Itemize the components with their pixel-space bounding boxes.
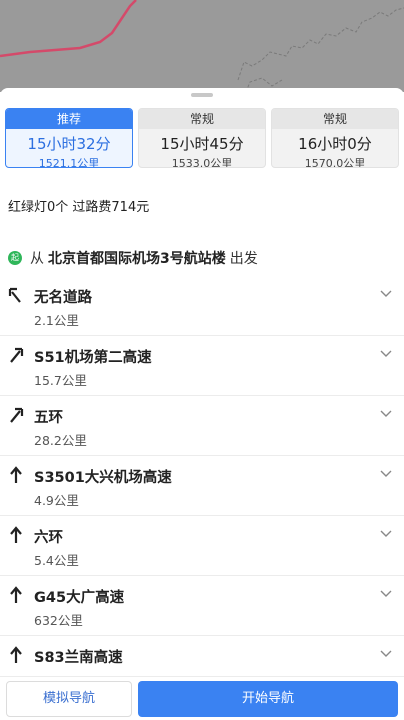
map-view[interactable]	[0, 0, 404, 92]
chevron-down-icon	[380, 290, 392, 297]
step-distance: 4.9公里	[34, 493, 79, 508]
step-distance: 5.4公里	[34, 553, 79, 568]
chevron-down-icon	[380, 470, 392, 477]
route-tag: 推荐	[6, 109, 132, 129]
step-item[interactable]: S51机场第二高速 15.7公里	[0, 336, 404, 396]
straight-icon	[10, 586, 22, 603]
start-point: 起 从 北京首都国际机场3号航站楼 出发	[8, 248, 258, 268]
step-item[interactable]: 五环 28.2公里	[0, 396, 404, 456]
start-prefix: 从	[30, 251, 44, 267]
start-place: 北京首都国际机场3号航站楼	[48, 251, 226, 267]
start-navigation-button[interactable]: 开始导航	[138, 681, 398, 717]
route-option-2[interactable]: 常规 15小时45分 1533.0公里	[138, 108, 266, 168]
step-distance: 28.2公里	[34, 433, 87, 448]
chevron-down-icon	[380, 590, 392, 597]
step-road: 无名道路	[34, 290, 92, 306]
route-distance: 1533.0公里	[171, 157, 233, 168]
action-bar: 模拟导航 开始导航	[0, 676, 404, 720]
route-tag: 常规	[272, 109, 398, 129]
step-road: G45大广高速	[34, 590, 125, 606]
province-border	[237, 7, 404, 81]
step-item[interactable]: 无名道路 2.1公里	[0, 276, 404, 336]
sheet-drag-handle[interactable]	[191, 93, 213, 97]
route-distance: 1570.0公里	[304, 157, 366, 168]
chevron-down-icon	[380, 350, 392, 357]
chevron-down-icon	[380, 410, 392, 417]
route-sheet: 推荐 15小时32分 1521.1公里 常规 15小时45分 1533.0公里 …	[0, 88, 404, 720]
step-road: 六环	[34, 530, 63, 546]
step-item[interactable]: 六环 5.4公里	[0, 516, 404, 576]
route-summary: 红绿灯0个 过路费714元	[8, 200, 150, 215]
route-options: 推荐 15小时32分 1521.1公里 常规 15小时45分 1533.0公里 …	[5, 108, 399, 168]
start-badge-icon: 起	[8, 251, 22, 265]
step-distance: 632公里	[34, 613, 83, 628]
straight-icon	[10, 646, 22, 663]
route-distance: 1521.1公里	[38, 157, 100, 168]
map-canvas	[0, 0, 404, 92]
step-list: 无名道路 2.1公里 S51机场第二高速 15.7公里 五环 28.2公里 S3…	[0, 276, 404, 696]
step-item[interactable]: G45大广高速 632公里	[0, 576, 404, 636]
chevron-down-icon	[380, 530, 392, 537]
route-duration: 16小时0分	[298, 135, 372, 153]
slight-right-icon	[10, 407, 24, 423]
simulate-navigation-button[interactable]: 模拟导航	[6, 681, 132, 717]
route-option-1[interactable]: 推荐 15小时32分 1521.1公里	[5, 108, 133, 168]
straight-icon	[10, 466, 22, 483]
chevron-down-icon	[380, 650, 392, 657]
route-duration: 15小时45分	[160, 135, 244, 153]
route-line	[0, 0, 137, 58]
step-road: S3501大兴机场高速	[34, 470, 172, 486]
step-distance: 2.1公里	[34, 313, 79, 328]
start-suffix: 出发	[229, 251, 258, 267]
step-item[interactable]: S3501大兴机场高速 4.9公里	[0, 456, 404, 516]
step-road: 五环	[34, 410, 63, 426]
route-tag: 常规	[139, 109, 265, 129]
route-duration: 15小时32分	[27, 135, 111, 153]
route-option-3[interactable]: 常规 16小时0分 1570.0公里	[271, 108, 399, 168]
step-road: S83兰南高速	[34, 650, 123, 666]
straight-icon	[10, 526, 22, 543]
turn-left-icon	[8, 287, 21, 303]
step-distance: 15.7公里	[34, 373, 87, 388]
slight-right-icon	[10, 347, 24, 363]
step-road: S51机场第二高速	[34, 350, 152, 366]
